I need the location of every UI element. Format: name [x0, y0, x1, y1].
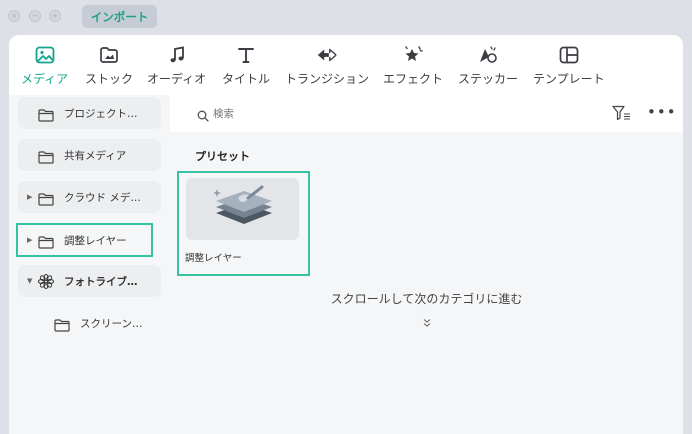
folder-icon: [38, 107, 54, 126]
folder-icon: [54, 317, 70, 336]
category-toolbar: メディア ストック オーディオ タイトル トランジション エフェクト ステッカー…: [9, 35, 683, 95]
tab-stock-label: ストック: [85, 72, 134, 86]
maximize-window-button[interactable]: +: [49, 10, 61, 22]
tab-title[interactable]: タイトル: [222, 44, 270, 87]
chevron-down-icon[interactable]: ▼: [27, 277, 32, 285]
sidebar-item-label: スクリーン…: [80, 317, 143, 330]
sidebar-item-label: 調整レイヤー: [64, 234, 127, 247]
tab-audio-label: オーディオ: [147, 72, 207, 86]
sidebar: プロジェクト… 共有メディア ▶ クラウド メデ… ▶ 調整レイヤー ▼ フォト…: [9, 95, 170, 434]
tab-stock[interactable]: ストック: [85, 44, 133, 87]
import-button[interactable]: インポート: [82, 5, 157, 28]
section-title: プリセット: [195, 150, 250, 163]
tab-transition-label: トランジション: [285, 72, 370, 86]
tab-title-label: タイトル: [222, 72, 271, 86]
preset-card-label: 調整レイヤー: [185, 253, 242, 264]
template-icon: [558, 44, 580, 66]
tab-template-label: テンプレート: [533, 72, 605, 86]
sidebar-item-screen[interactable]: スクリーン…: [34, 307, 177, 339]
folder-icon: [38, 191, 54, 210]
search-icon: [197, 107, 209, 126]
close-window-button[interactable]: ×: [8, 10, 20, 22]
media-icon: [34, 44, 56, 66]
folder-icon: [38, 234, 54, 253]
tab-sticker[interactable]: ステッカー: [458, 44, 518, 87]
adjustment-layer-thumbnail: [186, 178, 299, 240]
media-library-window: メディア ストック オーディオ タイトル トランジション エフェクト ステッカー…: [9, 35, 683, 434]
search-input[interactable]: [213, 105, 513, 122]
sidebar-item-cloud-media[interactable]: ▶ クラウド メデ…: [18, 181, 161, 213]
sidebar-item-shared-media[interactable]: 共有メディア: [18, 139, 161, 171]
tab-sticker-label: ステッカー: [458, 72, 519, 86]
title-bar: × − + インポート: [0, 0, 692, 34]
chevron-right-icon[interactable]: ▶: [27, 236, 32, 244]
effect-icon: [402, 44, 424, 66]
chevron-right-icon[interactable]: ▶: [27, 193, 32, 201]
sidebar-item-label: プロジェクト…: [64, 107, 138, 120]
tab-effect-label: エフェクト: [383, 72, 444, 86]
music-note-icon: [166, 44, 188, 66]
tab-template[interactable]: テンプレート: [533, 44, 605, 87]
tab-audio[interactable]: オーディオ: [147, 44, 206, 87]
sidebar-item-label: クラウド メデ…: [64, 191, 141, 204]
search-bar: •••: [170, 95, 683, 132]
tab-transition[interactable]: トランジション: [285, 44, 369, 87]
sidebar-item-photo-library[interactable]: ▼ フォトライブ…: [18, 265, 161, 297]
double-chevron-down-icon[interactable]: [422, 313, 432, 332]
minimize-window-button[interactable]: −: [29, 10, 41, 22]
more-options-icon[interactable]: •••: [647, 105, 677, 120]
title-t-icon: [235, 44, 257, 66]
folder-icon: [38, 149, 54, 168]
sidebar-item-label: フォトライブ…: [64, 275, 138, 288]
filter-icon[interactable]: [612, 105, 632, 125]
sticker-icon: [477, 44, 499, 66]
sidebar-item-project[interactable]: プロジェクト…: [18, 97, 161, 129]
sidebar-item-adjustment-layer[interactable]: ▶ 調整レイヤー: [18, 224, 161, 256]
sidebar-item-label: 共有メディア: [64, 149, 127, 162]
tab-media[interactable]: メディア: [21, 44, 68, 87]
scroll-hint-text: スクロールして次のカテゴリに進む: [330, 292, 523, 306]
stock-icon: [98, 44, 120, 66]
tab-effect[interactable]: エフェクト: [383, 44, 443, 87]
tab-media-label: メディア: [21, 72, 69, 86]
flower-icon: [38, 274, 54, 293]
transition-icon: [316, 44, 338, 66]
main-content: ••• プリセット 調整レイヤー スクロールして次のカテゴリに進む: [170, 95, 683, 434]
